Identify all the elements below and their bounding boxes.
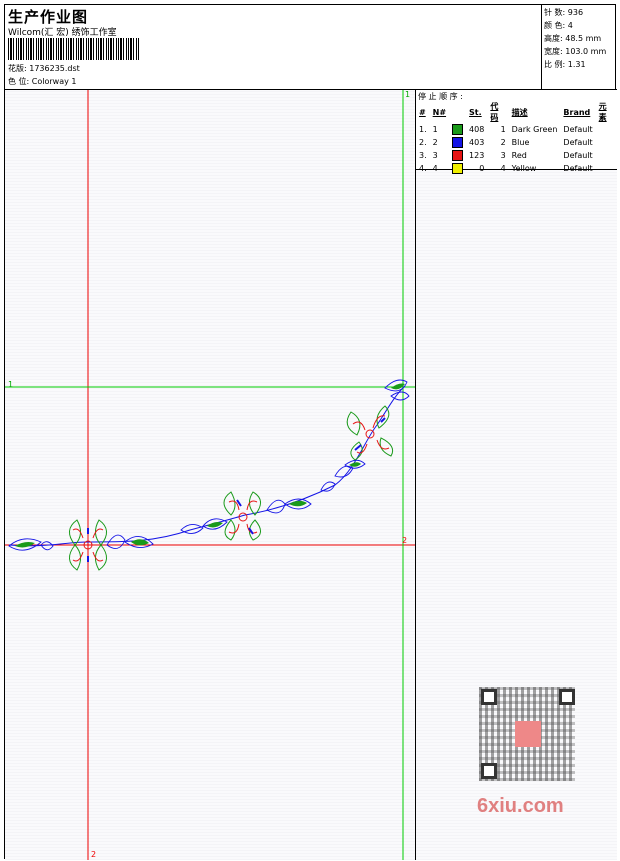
color-swatch [449, 123, 466, 136]
stop-sequence-table: # N# St. 代码 描述 Brand 元素 1. 1 408 1 Dark Gree… [416, 101, 617, 175]
qr-corner-icon [481, 689, 497, 705]
color-swatch [449, 136, 466, 149]
watermark: 6xiu.com [471, 681, 591, 819]
col-brand: Brand [563, 107, 591, 117]
color-swatch-icon [452, 150, 464, 161]
row-index: 1. [419, 125, 427, 134]
row-code: 1 [500, 125, 506, 134]
row-stitches: 0 [479, 164, 485, 173]
row-stitches: 408 [469, 125, 485, 134]
row-code: 2 [500, 138, 506, 147]
col-code: 代码 [490, 102, 499, 122]
table-row: 3. 3 123 3 Red Default [416, 149, 617, 162]
row-needle: 1 [432, 125, 438, 134]
col-description: 描述 [511, 107, 528, 117]
color-swatch-icon [452, 124, 464, 135]
row-index: 4. [419, 164, 427, 173]
color-swatch-icon [452, 137, 464, 148]
color-count: 颜 色: 4 [544, 21, 573, 30]
pattern-line: 花版: 1736235.dst [8, 63, 80, 74]
color-swatch-icon [452, 163, 464, 174]
stitch-count: 针 数: 936 [544, 8, 584, 17]
row-brand: Default [563, 125, 593, 134]
company-name: Wilcom(汇 宏) 绣饰工作室 [8, 28, 117, 38]
design-width: 宽度: 103.0 mm [544, 47, 607, 56]
row-code: 4 [500, 164, 506, 173]
color-swatch [449, 162, 466, 175]
barcode [8, 38, 140, 60]
row-brand: Default [563, 151, 593, 160]
embroidery-design [5, 90, 415, 860]
colorway-label: 色 位: [8, 77, 30, 86]
design-canvas: 1 1 2 2 [5, 90, 415, 860]
row-element [596, 149, 617, 162]
header-left: 生产作业图 Wilcom(汇 宏) 绣饰工作室 花版: 1736235.dst … [5, 5, 541, 89]
row-index: 3. [419, 151, 427, 160]
row-needle: 4 [432, 164, 438, 173]
row-stitches: 403 [469, 138, 485, 147]
pattern-value: 1736235.dst [29, 64, 80, 73]
colorway-line: 色 位: Colorway 1 [8, 76, 77, 87]
qr-corner-icon [481, 763, 497, 779]
table-row: 4. 4 0 4 Yellow Default [416, 162, 617, 175]
row-needle: 2 [432, 138, 438, 147]
row-element [596, 123, 617, 136]
row-code: 3 [500, 151, 506, 160]
design-scale: 比 例: 1.31 [544, 60, 586, 69]
production-worksheet: 生产作业图 Wilcom(汇 宏) 绣饰工作室 花版: 1736235.dst … [4, 4, 617, 860]
row-description: Yellow [511, 164, 537, 173]
row-brand: Default [563, 164, 593, 173]
stop-sequence-box: 停 止 顺 序 : # N# St. 代码 描述 Brand 元素 1. 1 408… [416, 90, 617, 174]
color-swatch [449, 149, 466, 162]
colorway-value: Colorway 1 [31, 77, 77, 86]
row-stitches: 123 [469, 151, 485, 160]
qr-logo-icon [515, 721, 541, 747]
design-height: 高度: 48.5 mm [544, 34, 602, 43]
guide-label-2-bottom: 2 [91, 850, 97, 859]
col-index: # [419, 107, 426, 117]
stats-box: 针 数: 936 颜 色: 4 高度: 48.5 mm 宽度: 103.0 mm… [541, 5, 617, 89]
watermark-text: 6xiu.com [477, 795, 564, 817]
guide-label-1-left: 1 [8, 380, 14, 389]
row-index: 2. [419, 138, 427, 147]
col-color-swatch [449, 101, 466, 123]
row-description: Blue [511, 138, 530, 147]
guide-label-2-right: 2 [402, 536, 408, 545]
row-element [596, 136, 617, 149]
table-row: 1. 1 408 1 Dark Green Default [416, 123, 617, 136]
col-element: 元素 [598, 102, 607, 122]
table-header-row: # N# St. 代码 描述 Brand 元素 [416, 101, 617, 123]
flower-motif-right [346, 405, 394, 461]
row-brand: Default [563, 138, 593, 147]
row-description: Dark Green [511, 125, 558, 134]
stop-rows: 1. 1 408 1 Dark Green Default 2. 2 403 2 Blue Defau… [416, 123, 617, 175]
page-title: 生产作业图 [8, 8, 89, 26]
table-row: 2. 2 403 2 Blue Default [416, 136, 617, 149]
row-description: Red [511, 151, 527, 160]
row-element [596, 162, 617, 175]
row-needle: 3 [432, 151, 438, 160]
col-stitches: St. [469, 107, 482, 117]
qr-corner-icon [559, 689, 575, 705]
guide-label-1-top: 1 [405, 90, 411, 99]
pattern-label: 花版: [8, 64, 27, 73]
col-needle: N# [432, 107, 447, 117]
